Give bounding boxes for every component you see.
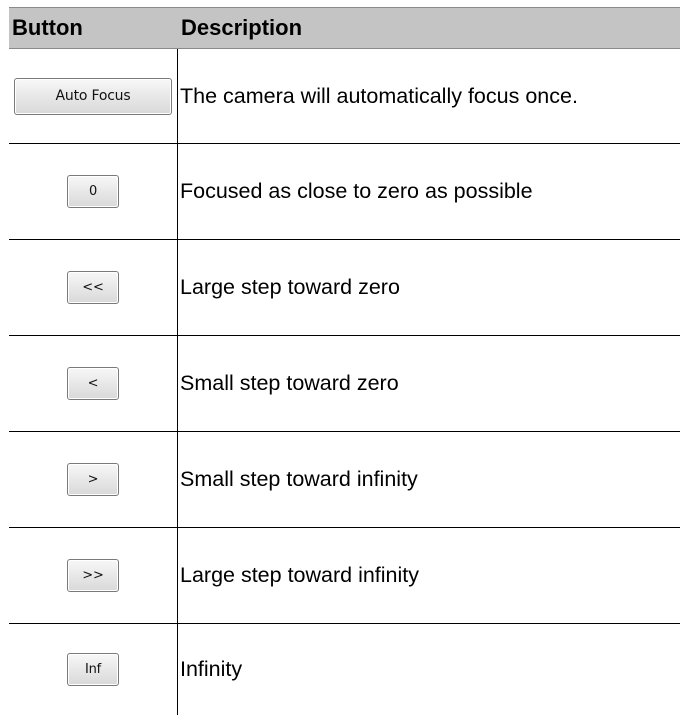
- table-row: Auto Focus The camera will automatically…: [9, 49, 680, 144]
- focus-zero-button[interactable]: 0: [67, 175, 119, 208]
- description-cell: Focused as close to zero as possible: [177, 144, 680, 239]
- button-cell: <<: [9, 240, 177, 335]
- focus-buttons-table: Button Description Auto Focus The camera…: [9, 7, 680, 715]
- table-row: << Large step toward zero: [9, 240, 680, 336]
- button-cell: >: [9, 432, 177, 527]
- description-cell: Large step toward zero: [177, 240, 680, 335]
- auto-focus-button[interactable]: Auto Focus: [14, 77, 172, 115]
- table-row: >> Large step toward infinity: [9, 528, 680, 624]
- description-cell: Large step toward infinity: [177, 528, 680, 623]
- infinity-button[interactable]: Inf: [67, 653, 119, 686]
- table-row: Inf Infinity: [9, 624, 680, 715]
- table-header-row: Button Description: [9, 7, 680, 49]
- header-button: Button: [12, 15, 83, 40]
- small-step-infinity-button[interactable]: >: [67, 463, 119, 496]
- button-cell: Inf: [9, 624, 177, 715]
- table-row: < Small step toward zero: [9, 336, 680, 432]
- large-step-zero-button[interactable]: <<: [67, 271, 119, 304]
- button-cell: Auto Focus: [9, 49, 177, 143]
- table-row: 0 Focused as close to zero as possible: [9, 144, 680, 240]
- header-description: Description: [181, 15, 303, 40]
- description-cell: Small step toward infinity: [177, 432, 680, 527]
- description-cell: The camera will automatically focus once…: [177, 49, 680, 143]
- large-step-infinity-button[interactable]: >>: [67, 559, 119, 592]
- button-cell: 0: [9, 144, 177, 239]
- description-cell: Small step toward zero: [177, 336, 680, 431]
- button-cell: >>: [9, 528, 177, 623]
- button-cell: <: [9, 336, 177, 431]
- description-cell: Infinity: [177, 624, 680, 715]
- table-row: > Small step toward infinity: [9, 432, 680, 528]
- small-step-zero-button[interactable]: <: [67, 367, 119, 400]
